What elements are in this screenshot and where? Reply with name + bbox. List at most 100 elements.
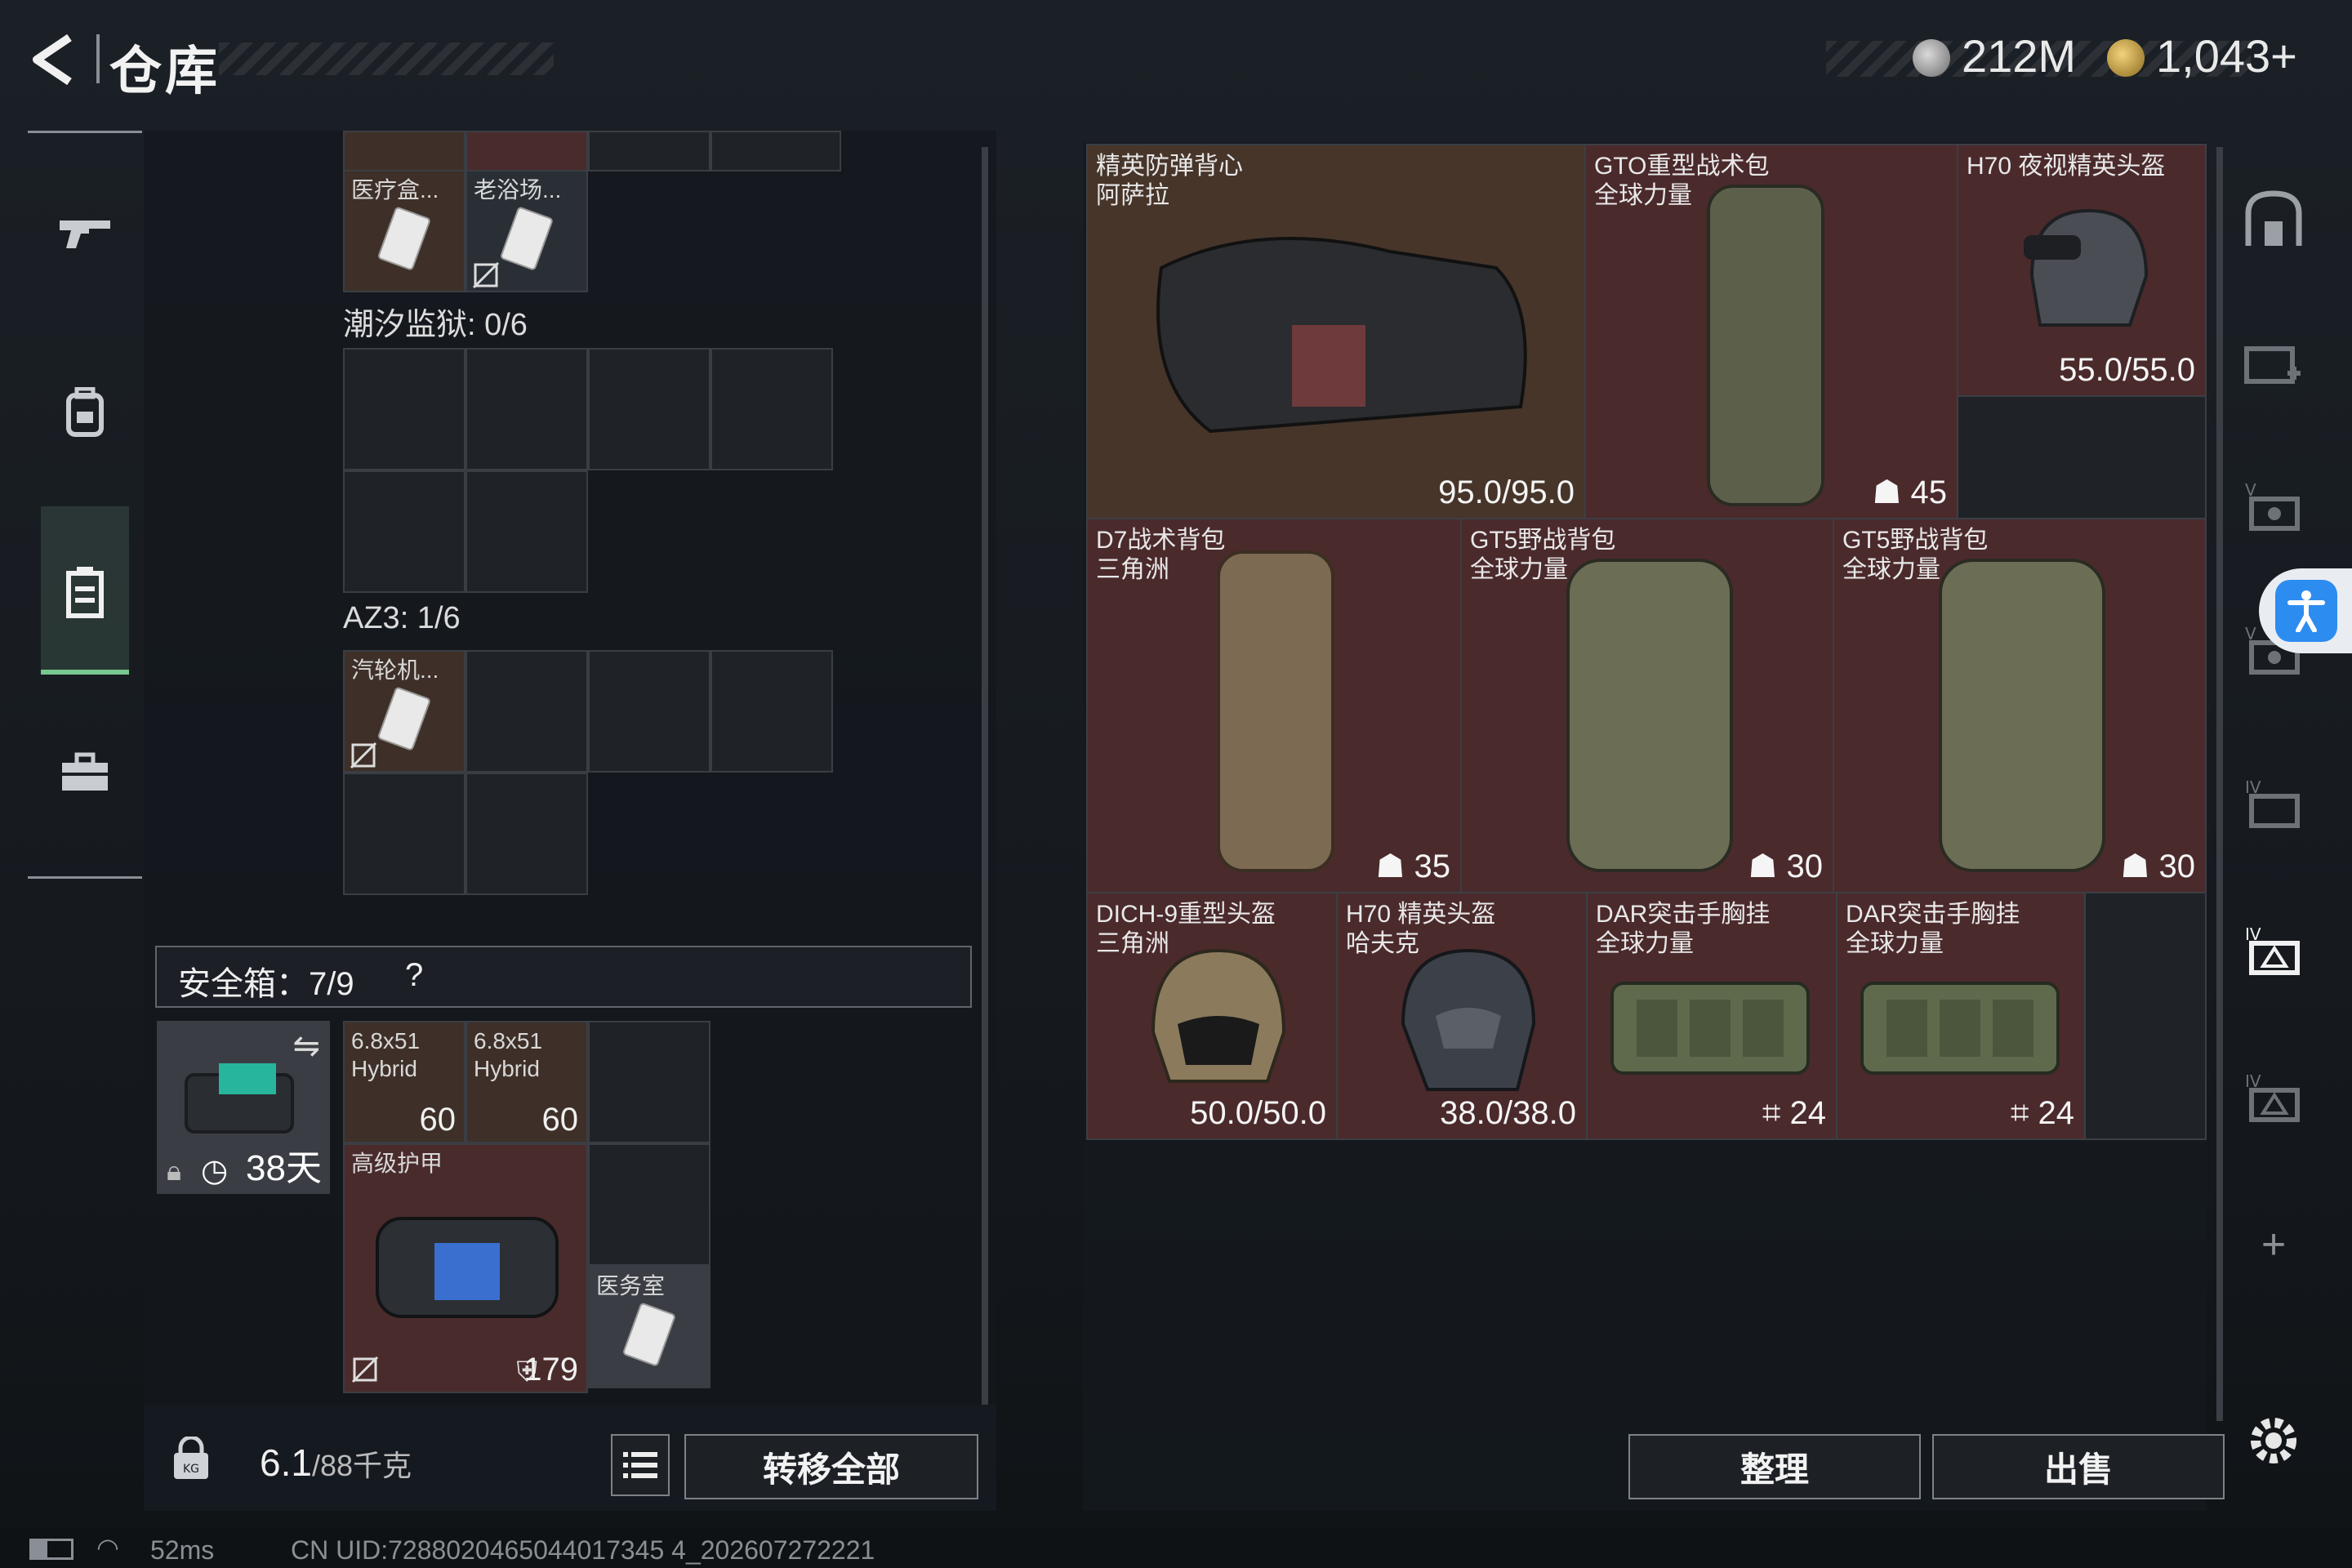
item-dich9-helmet[interactable]: DICH-9重型头盔 三角洲 50.0/50.0: [1086, 892, 1338, 1140]
accessibility-button[interactable]: [2259, 568, 2352, 653]
add-stash-tab-button[interactable]: +: [2234, 1205, 2313, 1284]
item-durability: 179: [523, 1352, 578, 1388]
slot-icon: ☗: [1872, 474, 1911, 510]
grid-cell[interactable]: [343, 131, 466, 172]
item-name: 精英防弹背心: [1096, 153, 1243, 180]
vest-icon: [1156, 237, 1527, 434]
item-capacity: ☗ 35: [1375, 849, 1450, 884]
wifi-icon: ◠: [96, 1533, 119, 1562]
item-advanced-armor[interactable]: 高级护甲 ⛨ 179: [343, 1143, 588, 1393]
stash-tab-v[interactable]: V: [2234, 467, 2313, 546]
keycard-icon: [501, 207, 553, 270]
grid-cell[interactable]: [466, 650, 588, 773]
tier-iv-icon: IV: [2245, 777, 2300, 828]
item-label: 高级护甲: [351, 1151, 443, 1176]
backpack-icon: [1707, 185, 1824, 506]
item-gto-backpack[interactable]: GTO重型战术包 全球力量 ☗ 45: [1584, 144, 1958, 519]
grid-cell[interactable]: [343, 348, 466, 470]
item-gt5-backpack[interactable]: GT5野战背包 全球力量 ☗ 30: [1833, 518, 2207, 893]
stash-tab-add-medical[interactable]: [2234, 323, 2313, 402]
top-bar: 仓库 212M 1,043+: [0, 0, 2352, 122]
armor-bag-icon: [376, 1217, 559, 1318]
safebox-days: 38天: [246, 1148, 322, 1188]
list-view-button[interactable]: [611, 1434, 670, 1496]
item-d7-backpack[interactable]: D7战术背包 三角洲 ☗ 35: [1086, 518, 1462, 893]
section-az3: AZ3: 1/6: [343, 601, 461, 635]
item-sub: 全球力量: [1596, 930, 1694, 957]
gun-icon: [60, 220, 110, 248]
toolbox-icon: [62, 752, 108, 791]
grid-cell[interactable]: [466, 348, 588, 470]
transfer-all-button[interactable]: 转移全部: [684, 1434, 978, 1499]
grid-cell-empty[interactable]: [2084, 892, 2207, 1140]
stash-scrollbar[interactable]: [2216, 147, 2223, 1421]
tab-equipment[interactable]: [28, 368, 142, 457]
backpack-icon: [1566, 559, 1733, 872]
grid-cell[interactable]: [588, 1021, 710, 1143]
settings-button[interactable]: [2234, 1401, 2313, 1480]
back-arrow-icon[interactable]: [24, 31, 82, 88]
item-name: DAR突击手胸挂: [1846, 901, 2020, 928]
grid-cell[interactable]: [343, 470, 466, 593]
grid-cell[interactable]: [588, 131, 710, 172]
grid-cell[interactable]: [588, 1143, 710, 1266]
grid-cell[interactable]: [710, 650, 833, 773]
title-hatch-decoration: [219, 42, 554, 75]
item-count: 60: [419, 1102, 457, 1138]
currency-1-value: 212M: [1962, 30, 2077, 82]
weight-max: /88千克: [311, 1449, 412, 1482]
tab-weapons[interactable]: [28, 188, 142, 278]
grid-cell[interactable]: [710, 348, 833, 470]
grid-cell[interactable]: [343, 773, 466, 895]
grid-cell[interactable]: [466, 773, 588, 895]
grid-cell[interactable]: [466, 470, 588, 593]
item-ammo-hybrid[interactable]: 6.8x51 Hybrid 60: [343, 1021, 466, 1143]
grid-cell-empty[interactable]: [1957, 395, 2207, 519]
item-label: 6.8x51 Hybrid: [474, 1028, 543, 1081]
stash-grid: 精英防弹背心 阿萨拉 95.0/95.0 GTO重型战术包 全球力量 ☗ 45 …: [1086, 144, 2207, 1140]
organize-button[interactable]: 整理: [1628, 1434, 1921, 1499]
help-icon[interactable]: ?: [405, 957, 423, 994]
weight-display: 6.1/88千克: [260, 1441, 412, 1485]
slot-icon: ☗: [1375, 849, 1414, 884]
currency-2-value[interactable]: 1,043+: [2156, 29, 2297, 82]
grid-cell[interactable]: [588, 348, 710, 470]
no-insure-icon: [351, 1356, 379, 1383]
clock-icon: ◷: [201, 1154, 229, 1188]
helmet-icon: [1151, 948, 1286, 1083]
item-ammo-hybrid[interactable]: 6.8x51 Hybrid 60: [466, 1021, 588, 1143]
stash-tab-iv[interactable]: IV: [2234, 764, 2313, 843]
item-infirmary[interactable]: 医务室: [588, 1266, 710, 1388]
tab-containers[interactable]: [28, 547, 142, 637]
stash-tab-iv-selected[interactable]: IV: [2234, 911, 2313, 990]
swap-icon[interactable]: ⇋: [292, 1027, 320, 1065]
item-h70-helmet[interactable]: H70 精英头盔 哈夫克 38.0/38.0: [1336, 892, 1588, 1140]
stash-tab-iv-2[interactable]: IV: [2234, 1058, 2313, 1137]
title-divider: [96, 34, 100, 83]
inventory-scrollbar[interactable]: [982, 147, 988, 1405]
weight-lock-icon[interactable]: KG: [160, 1426, 222, 1491]
item-h70-nv-helmet[interactable]: H70 夜视精英头盔 55.0/55.0: [1957, 144, 2207, 397]
item-sub: 全球力量: [1846, 930, 1944, 957]
item-count: 60: [541, 1102, 579, 1138]
grid-cell[interactable]: [588, 650, 710, 773]
item-medical-box[interactable]: 医疗盒...: [343, 170, 466, 292]
item-old-bathhouse[interactable]: 老浴场...: [466, 170, 588, 292]
item-gt5-backpack[interactable]: GT5野战背包 全球力量 ☗ 30: [1460, 518, 1834, 893]
backpack-icon: [1217, 550, 1334, 872]
item-dar-chest-rig[interactable]: DAR突击手胸挂 全球力量 ⌗ 24: [1586, 892, 1838, 1140]
helmet-icon: [2024, 208, 2149, 327]
grid-cell[interactable]: [466, 131, 588, 172]
stash-tab-home[interactable]: [2234, 180, 2313, 258]
no-insure-icon: [472, 261, 500, 289]
sell-button[interactable]: 出售: [1932, 1434, 2225, 1499]
safebox-case[interactable]: ⇋ 🔒︎ ◷ 38天: [157, 1021, 330, 1194]
status-bar: ◠ 52ms CN UID:7288020465044017345 4_2026…: [0, 1527, 2352, 1568]
grid-cell[interactable]: [710, 131, 841, 172]
item-elite-vest[interactable]: 精英防弹背心 阿萨拉 95.0/95.0: [1086, 144, 1586, 519]
item-dar-chest-rig[interactable]: DAR突击手胸挂 全球力量 ⌗ 24: [1836, 892, 2086, 1140]
tab-toolbox[interactable]: [28, 727, 142, 817]
item-sub: 三角洲: [1096, 556, 1169, 583]
tier-iv-icon: IV: [2245, 924, 2300, 975]
item-turbine[interactable]: 汽轮机...: [343, 650, 466, 773]
